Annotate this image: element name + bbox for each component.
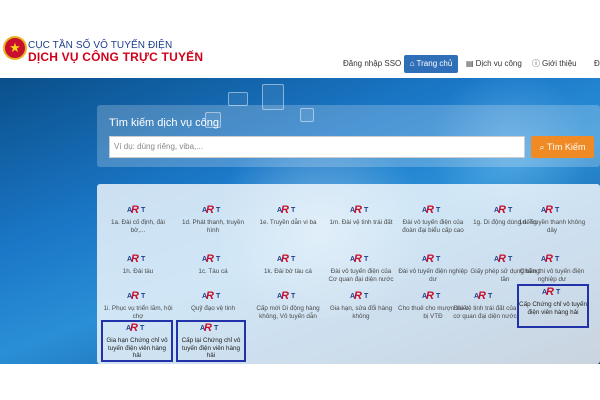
art-logo-icon: ART [202,204,221,216]
service-tile[interactable]: A R T Đài vệ tinh trái đất của cơ quan đại … [450,290,520,328]
site-title[interactable]: DỊCH VỤ CÔNG TRỰC TUYẾN [28,50,203,64]
service-tile[interactable]: A R T 1h. Đài tàu [103,253,173,291]
art-logo-icon: ART [494,204,513,216]
envelope-icon [228,92,248,106]
service-tile-label: Chấm thi vô tuyến điện nghiệp dư [519,268,585,283]
art-logo-icon: ART [474,290,493,302]
service-tile[interactable]: A R T Cấp Chứng chỉ vô tuyến điện viên hàng… [517,284,589,328]
home-icon: ⌂ [409,59,415,68]
search-button-label: Tìm Kiếm [546,142,586,152]
service-tile[interactable]: A R T 1a. Đài cố định, đài bờ,... [103,204,173,242]
nav-login-sso[interactable]: Đăng nhập SSO [343,55,401,73]
art-logo-icon: ART [202,253,221,265]
service-tile[interactable]: A R T 1d. Phát thanh, truyền hình [178,204,248,242]
service-tile-label: 1k. Đài bờ tàu cá [264,268,312,275]
service-tile-label: Đài vô tuyến điện của đoàn đại biểu cấp … [402,219,464,234]
service-tile-label: 1i. Phục vụ triển lãm, hội chợ [103,305,173,320]
nav-home-label: Trang chủ [416,59,453,68]
art-logo-icon: ART [422,290,441,302]
art-logo-icon: ART [541,204,560,216]
art-logo-icon: ART [422,253,441,265]
service-tile-label: Gia hạn, sửa đổi hàng không [329,305,393,320]
service-tile[interactable]: A R T Gia hạn, sửa đổi hàng không [326,290,396,328]
service-tile-label: 1h. Đài tàu [122,268,154,275]
art-logo-icon: ART [202,290,221,302]
service-tile-label: 1a. Đài cố định, đài bờ,... [111,219,165,234]
national-emblem-icon: ★ [3,36,27,60]
art-logo-icon: ART [277,253,296,265]
art-logo-icon: ART [350,290,369,302]
art-logo-icon: ART [350,204,369,216]
art-logo-icon: ART [277,290,296,302]
nav-about-label: Giới thiệu [542,59,577,68]
service-tile[interactable]: A R T Cấp mới Di động hàng không, Vô tuyến … [253,290,323,328]
service-tile-label: Cấp lại Chứng chỉ vô tuyến điện viên hàn… [181,337,241,359]
art-logo-icon: ART [200,322,219,334]
info-icon: ⓘ [532,59,540,68]
page-header: ★ CỤC TẦN SỐ VÔ TUYẾN ĐIỆN DỊCH VỤ CÔNG … [0,0,600,78]
service-tile[interactable]: A R T Đài vô tuyến điện nghiệp dư [398,253,468,291]
service-tile[interactable]: A R T 1d. Truyền thanh không dây [517,204,587,242]
search-icon: ⌕ [539,142,547,152]
art-logo-icon: ART [127,253,146,265]
service-tile-label: Đài vệ tinh trái đất của cơ quan đại diệ… [453,305,517,320]
art-logo-icon: ART [277,204,296,216]
list-icon: ▤ [466,59,474,68]
service-tile-label: Cấp Chứng chỉ vô tuyến điện viên hàng hả… [519,301,587,316]
search-title: Tìm kiếm dịch vụ công [109,117,220,129]
service-tile-label: Quỹ đạo vệ tinh [190,305,236,312]
art-logo-icon: ART [541,253,560,265]
art-logo-icon: ART [350,253,369,265]
service-tile-label: 1e. Truyền dẫn vi ba [259,219,317,226]
service-tile-label: Đài vô tuyến điện nghiệp dư [398,268,468,283]
art-logo-icon: ART [542,286,561,298]
art-logo-icon: ART [494,253,513,265]
nav-catalog-label: Dịch vụ công [475,59,522,68]
art-logo-icon: ART [127,204,146,216]
service-tile[interactable]: A R T 1c. Tàu cá [178,253,248,291]
service-tile[interactable]: A R T Đài vô tuyến điện của đoàn đại biểu c… [398,204,468,242]
service-tile-label: 1c. Tàu cá [198,268,228,275]
service-tile[interactable]: A R T 1k. Đài bờ tàu cá [253,253,323,291]
service-tile-label: Cấp mới Di động hàng không, Vô tuyến dẫn [256,305,320,320]
service-tile[interactable]: A R T 1m. Đài vệ tinh trái đất [326,204,396,242]
service-tile-label: Đài vô tuyến điện của Cơ quan đại diện n… [328,268,394,283]
art-logo-icon: ART [126,322,145,334]
service-tile-label: 1d. Phát thanh, truyền hình [182,219,244,234]
search-input[interactable]: Ví dụ: dùng riêng, viba,... [109,136,525,158]
service-tile[interactable]: A R T Cấp lại Chứng chỉ vô tuyến điện viên … [176,320,246,362]
nav-home[interactable]: ⌂ Trang chủ [404,55,458,73]
service-tile-label: 1d. Truyền thanh không dây [518,219,586,234]
nav-about[interactable]: ⓘ Giới thiệu [532,55,577,73]
service-tile[interactable]: A R T Đài vô tuyến điện của Cơ quan đại diệ… [326,253,396,291]
service-tile-label: 1m. Đài vệ tinh trái đất [329,219,393,226]
art-logo-icon: ART [127,290,146,302]
search-button[interactable]: ⌕ Tìm Kiếm [531,136,594,158]
service-tile[interactable]: A R T 1e. Truyền dẫn vi ba [253,204,323,242]
service-tile-label: Gia hạn Chứng chỉ vô tuyến điện viên hàn… [106,337,168,359]
nav-public-services[interactable]: ▤ Dịch vụ công [466,55,522,73]
nav-more[interactable]: Đ [594,55,600,73]
art-logo-icon: ART [422,204,441,216]
service-tile[interactable]: A R T Gia hạn Chứng chỉ vô tuyến điện viên … [101,320,173,362]
